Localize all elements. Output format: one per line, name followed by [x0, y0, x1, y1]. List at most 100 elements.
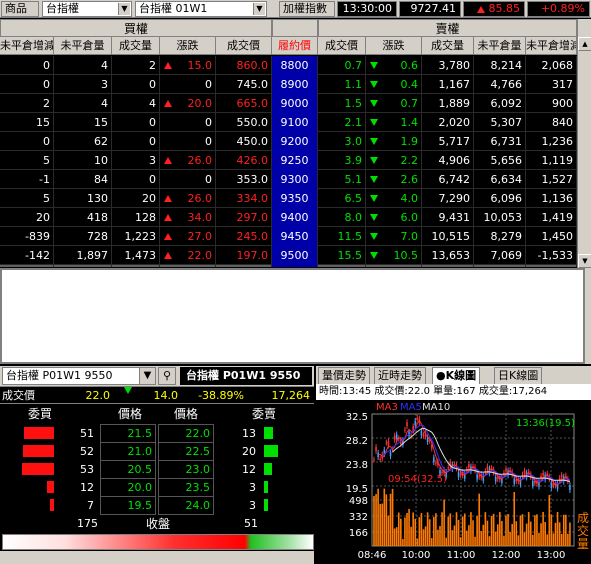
down-arrow-icon [370, 62, 378, 69]
candle-body [422, 435, 425, 437]
product-select[interactable]: 台指權 ▼ [42, 1, 132, 17]
search-icon[interactable]: ⚲ [158, 367, 176, 385]
cell-c-vol: 1,223 [112, 227, 160, 246]
quote-row[interactable]: 0 62 0 0 450.0 9200 3.0 1.9 5,717 6,731 1,236 [0, 132, 577, 151]
quote-row[interactable]: 0 3 0 0 745.0 8900 1.1 0.4 1,167 4,766 317 [0, 75, 577, 94]
cell-value: 353.0 [236, 173, 269, 186]
cell-c-price: 426.0 [216, 151, 272, 170]
chevron-down-icon[interactable]: ▼ [118, 3, 130, 15]
tab-kline[interactable]: ●K線圖 [432, 367, 481, 384]
scroll-up-icon[interactable]: ▲ [578, 37, 591, 51]
price-tick-label: 32.5 [346, 412, 368, 423]
cell-p-chg: 14.0 [366, 265, 422, 267]
quote-row[interactable]: 15 15 0 0 550.0 9100 2.1 1.4 2,020 5,307 840 [0, 113, 577, 132]
cell-strike: 9100 [272, 113, 318, 132]
put-volume-header[interactable]: 成交量 [422, 37, 474, 55]
cell-c-chg: 26.0 [160, 189, 216, 208]
cell-value: 8.0 [344, 211, 363, 224]
cell-value: 4.0 [400, 192, 419, 205]
volume-bar [515, 521, 518, 546]
volume-bar [532, 534, 534, 546]
volume-bar [426, 512, 429, 546]
tab-recent-trend[interactable]: 近時走勢 [374, 367, 426, 384]
volume-bar [542, 512, 544, 546]
cell-value: 27.0 [187, 230, 213, 243]
strike-header[interactable]: 履約價 [272, 37, 318, 55]
quote-row[interactable]: -142 1,897 1,473 22.0 197.0 9500 15.5 10.5 13,65… [0, 246, 577, 265]
cell-value: 2,020 [438, 116, 471, 129]
orderbook-row[interactable]: 52 21.0 22.5 20 [0, 442, 314, 461]
cell-c-price: 353.0 [216, 170, 272, 189]
cell-c-price [216, 265, 272, 267]
cell-p-price: 11.5 [318, 227, 366, 246]
volume-bar [422, 529, 425, 546]
put-group-header: 賣權 [318, 19, 577, 37]
quote-row[interactable]: 20 418 128 34.0 297.0 9400 8.0 6.0 9,431 10,053 1,… [0, 208, 577, 227]
cell-value: 197.0 [236, 249, 269, 262]
chevron-down-icon[interactable]: ▼ [139, 368, 155, 384]
cell-c-oi: 3 [54, 75, 112, 94]
call-oi-header[interactable]: 未平倉量 [54, 37, 112, 55]
cell-p-oi-chg: 840 [526, 113, 577, 132]
put-oi-header[interactable]: 未平倉量 [474, 37, 526, 55]
orderbook-row[interactable]: 12 20.0 23.5 3 [0, 478, 314, 497]
cell-p-price: 5.1 [318, 170, 366, 189]
call-change-header[interactable]: 漲跌 [160, 37, 216, 55]
tab-daily-kline[interactable]: 日K線圖 [494, 367, 543, 384]
up-arrow-icon [164, 157, 172, 164]
cell-p-oi: 6,096 [474, 189, 526, 208]
quote-row[interactable]: -5793,2703,697 955022.014.017,2647,615915 [0, 265, 577, 267]
cell-p-chg: 1.9 [366, 132, 422, 151]
orderbook-row[interactable]: 51 21.5 22.0 13 [0, 424, 314, 443]
volume-bar [494, 531, 497, 546]
bid-qty: 7 [87, 499, 94, 512]
cell-p-chg: 0.4 [366, 75, 422, 94]
volume-bar [468, 525, 470, 546]
candle-body [560, 474, 563, 478]
cell-value: 20 [142, 192, 156, 205]
cell-value: 1,236 [541, 135, 574, 148]
bid-qty-header: 委買 [27, 407, 52, 421]
cell-value: 2.6 [400, 173, 419, 186]
contract-select[interactable]: 台指權 01W1 ▼ [135, 1, 267, 17]
orderbook-row[interactable]: 7 19.5 24.0 3 [0, 496, 314, 515]
volume-bar [445, 537, 447, 546]
bid-qty: 53 [80, 463, 94, 476]
candle-body [447, 467, 450, 469]
tab-volume-price[interactable]: 量價走勢 [318, 367, 370, 384]
cell-value: 4 [101, 59, 108, 72]
cell-c-oi: 3,270 [54, 265, 112, 267]
quote-row[interactable]: 0 4 2 15.0 860.0 8800 0.7 0.6 3,780 8,214 2,068 [0, 56, 577, 75]
put-oi-change-header[interactable]: 未平倉增減 [526, 37, 577, 55]
quote-row[interactable]: 5 130 20 26.0 334.0 9350 6.5 4.0 7,290 6,096 1,136 [0, 189, 577, 208]
candle-body [393, 435, 396, 440]
quote-row[interactable]: -1 84 0 0 353.0 9300 5.1 2.6 6,742 6,634 1,527 [0, 170, 577, 189]
chevron-down-icon[interactable]: ▼ [253, 3, 265, 15]
board-vertical-scrollbar[interactable]: ▲ ▼ [577, 37, 591, 268]
scroll-down-icon[interactable]: ▼ [578, 254, 591, 268]
cell-c-chg: 20.0 [160, 94, 216, 113]
call-price-header[interactable]: 成交價 [216, 37, 272, 55]
put-price-header[interactable]: 成交價 [318, 37, 366, 55]
cell-value: 1,897 [76, 249, 109, 262]
cell-value: 450.0 [236, 135, 269, 148]
orderbook-row[interactable]: 53 20.5 23.0 12 [0, 460, 314, 479]
put-change-header[interactable]: 漲跌 [366, 37, 422, 55]
volume-tick-label: 498 [349, 496, 368, 507]
call-oi-change-header[interactable]: 未平倉增減 [0, 37, 54, 55]
cell-value: 6,742 [438, 173, 471, 186]
quote-row[interactable]: 2 4 4 20.0 665.0 9000 1.5 0.7 1,889 6,092 900 [0, 94, 577, 113]
up-arrow-icon [164, 195, 172, 202]
volume-bar [548, 495, 551, 546]
volume-bar [544, 522, 546, 546]
cell-strike: 8900 [272, 75, 318, 94]
symbol-select[interactable]: 台指權 P01W1 9550 ▼ [2, 367, 156, 385]
cell-c-chg: 0 [160, 113, 216, 132]
volume-bar [383, 488, 386, 546]
strike-group-spacer [272, 19, 318, 37]
cell-strike: 9200 [272, 132, 318, 151]
call-volume-header[interactable]: 成交量 [112, 37, 160, 55]
quote-row[interactable]: 5 10 3 26.0 426.0 9250 3.9 2.2 4,906 5,656 1,119 [0, 151, 577, 170]
cell-value: 2 [149, 59, 156, 72]
quote-row[interactable]: -839 728 1,223 27.0 245.0 9450 11.5 7.0 10,515 8,… [0, 227, 577, 246]
